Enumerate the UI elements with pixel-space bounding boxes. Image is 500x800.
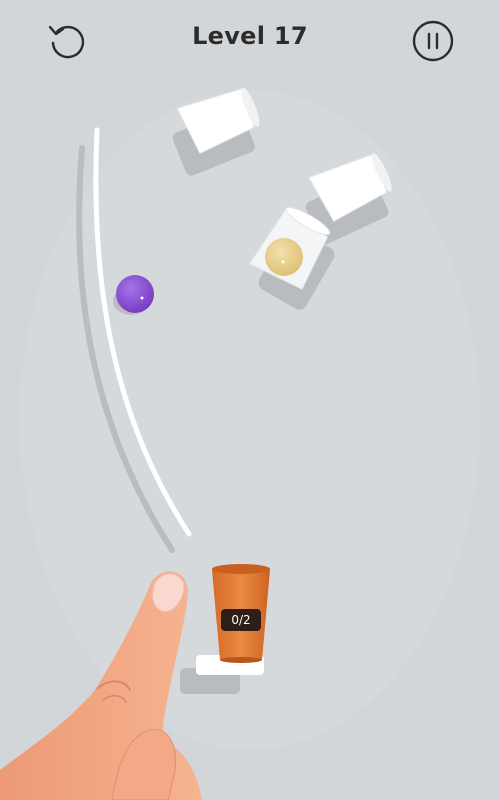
pause-button[interactable]: [410, 18, 456, 64]
pause-icon: [412, 20, 454, 62]
purple-ball: [116, 275, 154, 313]
cup-counter: 0/2: [221, 609, 261, 631]
top-bar: Level 17: [0, 0, 500, 84]
game-scene[interactable]: [0, 0, 500, 800]
yellow-ball: [265, 238, 303, 276]
